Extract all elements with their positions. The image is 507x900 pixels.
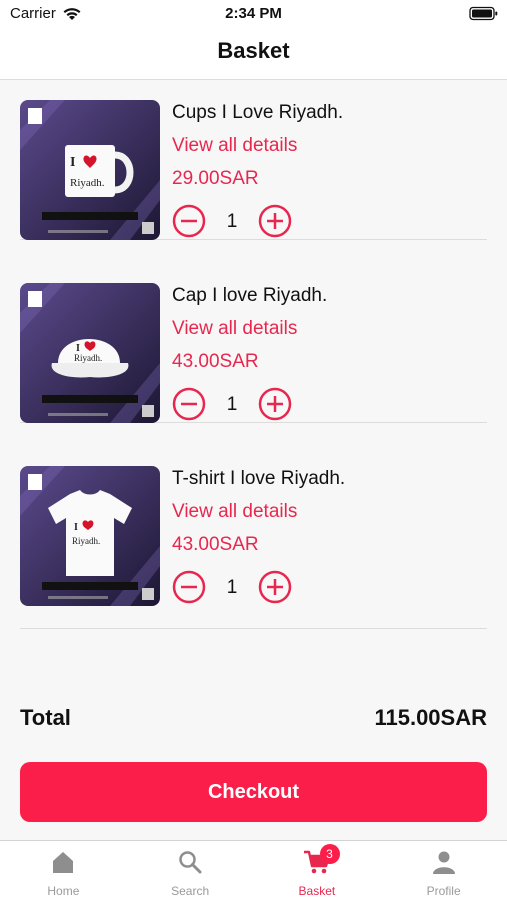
- basket-item-cap: I Riyadh. Cap I love Riyadh. View all de…: [20, 263, 487, 423]
- view-details-link[interactable]: View all details: [172, 135, 297, 157]
- svg-text:Riyadh.: Riyadh.: [74, 353, 102, 363]
- profile-icon: [432, 851, 455, 874]
- svg-text:Riyadh.: Riyadh.: [70, 177, 105, 189]
- product-image-tshirt[interactable]: I Riyadh.: [20, 466, 160, 606]
- decrease-quantity-button[interactable]: [172, 204, 206, 238]
- product-image-cups[interactable]: I Riyadh.: [20, 100, 160, 240]
- total-value: 115.00SAR: [374, 705, 487, 730]
- basket-count-badge: 3: [319, 844, 340, 864]
- view-details-link[interactable]: View all details: [172, 501, 297, 523]
- search-icon: [179, 851, 202, 874]
- mug-icon: I Riyadh.: [20, 100, 160, 240]
- checkout-button[interactable]: Checkout: [20, 762, 487, 822]
- basket-item-tshirt: I Riyadh. T-shirt I love Riyadh. View al…: [20, 446, 487, 629]
- item-name: T-shirt I love Riyadh.: [172, 468, 346, 489]
- tab-label: Home: [47, 884, 80, 898]
- quantity-value: 1: [226, 394, 238, 415]
- increase-quantity-button[interactable]: [258, 204, 292, 238]
- home-icon: [53, 852, 74, 873]
- svg-text:Riyadh.: Riyadh.: [72, 536, 100, 546]
- item-name: Cups I Love Riyadh.: [172, 102, 344, 123]
- product-image-cap[interactable]: I Riyadh.: [20, 283, 160, 423]
- tab-bar: Home Search 3 Basket Profile: [0, 840, 507, 900]
- decrease-quantity-button[interactable]: [172, 570, 206, 604]
- tab-label: Profile: [426, 884, 461, 898]
- increase-quantity-button[interactable]: [258, 387, 292, 421]
- status-time: 2:34 PM: [225, 5, 282, 22]
- tab-label: Search: [171, 884, 210, 898]
- status-bar: Carrier 2:34 PM: [0, 0, 507, 30]
- quantity-value: 1: [226, 211, 238, 232]
- tab-label: Basket: [298, 884, 336, 898]
- svg-text:I: I: [70, 155, 75, 170]
- decrease-quantity-button[interactable]: [172, 387, 206, 421]
- page-title: Basket: [217, 38, 290, 63]
- nav-bar: Basket: [0, 30, 507, 80]
- tshirt-icon: I Riyadh.: [20, 466, 160, 606]
- view-details-link[interactable]: View all details: [172, 318, 297, 340]
- basket-item-cups: I Riyadh. Cups I Love Riyadh. View all d…: [20, 80, 487, 240]
- svg-text:I: I: [74, 522, 78, 533]
- cap-icon: I Riyadh.: [20, 283, 160, 423]
- increase-quantity-button[interactable]: [258, 570, 292, 604]
- tab-home[interactable]: Home: [0, 841, 127, 900]
- item-price: 43.00SAR: [172, 351, 259, 372]
- quantity-value: 1: [226, 577, 238, 598]
- tab-profile[interactable]: Profile: [380, 841, 507, 900]
- item-name: Cap I love Riyadh.: [172, 285, 328, 306]
- tab-basket[interactable]: 3 Basket: [254, 841, 381, 900]
- total-label: Total: [20, 705, 71, 730]
- tab-search[interactable]: Search: [127, 841, 254, 900]
- item-price: 43.00SAR: [172, 534, 259, 555]
- item-price: 29.00SAR: [172, 168, 259, 189]
- battery-icon: [469, 6, 498, 21]
